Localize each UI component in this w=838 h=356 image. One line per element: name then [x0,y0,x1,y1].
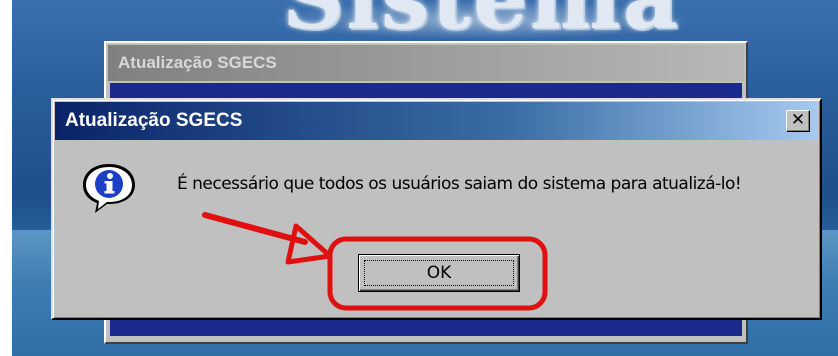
dialog-message: É necessário que todos os usuários saiam… [177,174,742,194]
close-icon: ✕ [790,110,806,130]
message-dialog: Atualização SGECS ✕ É necessário que tod… [51,98,822,320]
dialog-title: Atualização SGECS [65,110,243,131]
ok-button[interactable]: OK [358,254,520,292]
ok-button-focus-ring [364,260,514,286]
close-button[interactable]: ✕ [786,110,810,132]
dialog-titlebar[interactable]: Atualização SGECS ✕ [55,102,818,140]
info-icon [83,164,135,213]
back-window-title: Atualização SGECS [118,53,277,72]
back-window-titlebar: Atualização SGECS [108,45,744,81]
